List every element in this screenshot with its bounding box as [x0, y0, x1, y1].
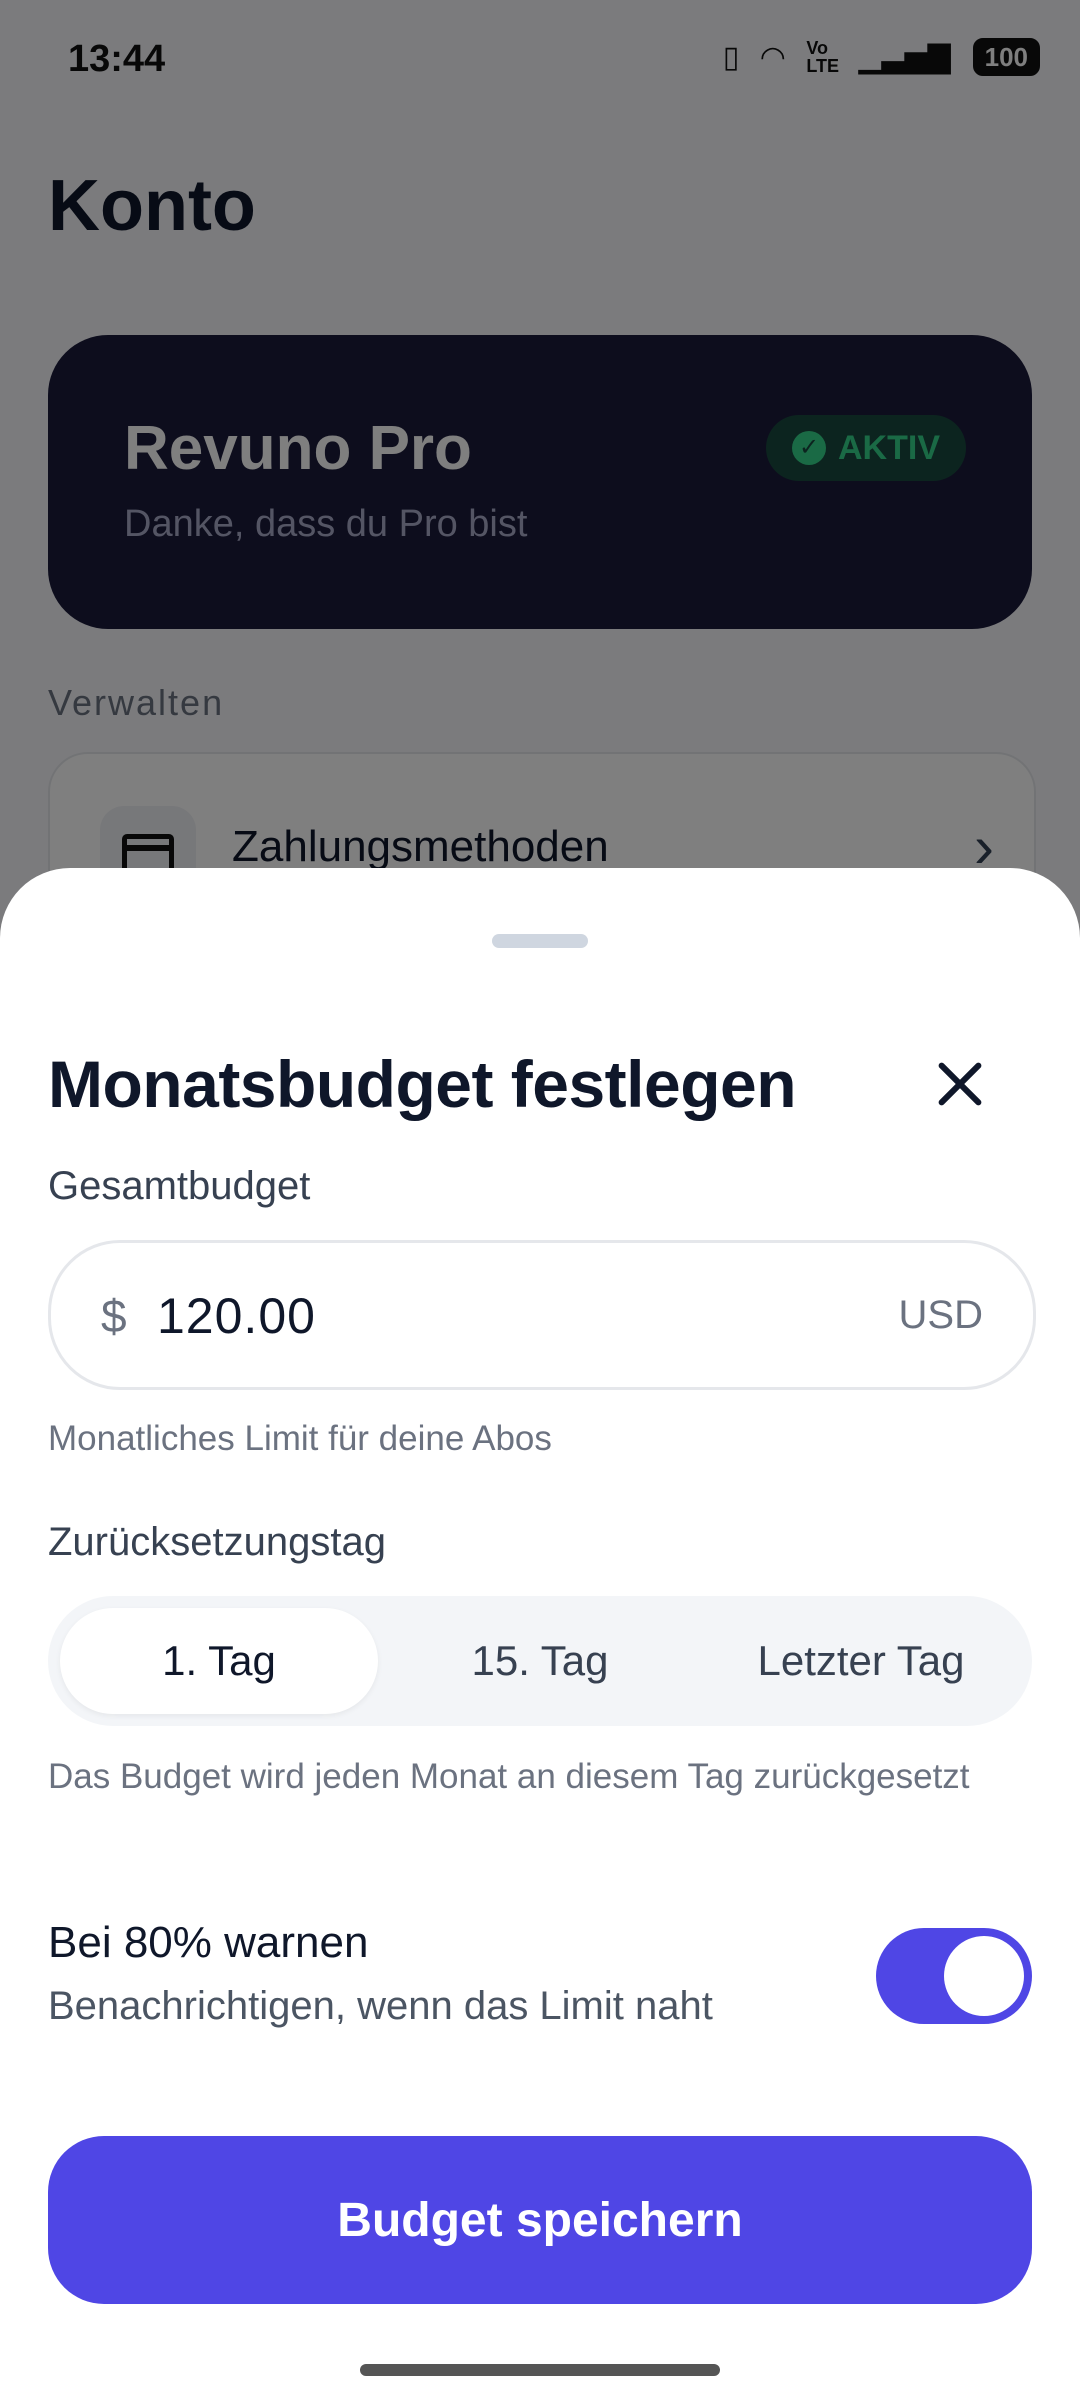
budget-helper-text: Monatliches Limit für deine Abos — [48, 1419, 552, 1458]
reset-day-label: Zurücksetzungstag — [48, 1520, 386, 1564]
budget-label: Gesamtbudget — [48, 1164, 311, 1208]
warning-toggle-title: Bei 80% warnen — [48, 1918, 369, 1967]
close-button[interactable] — [920, 1044, 1000, 1124]
sheet-drag-handle[interactable] — [492, 934, 588, 948]
budget-amount-input[interactable]: $ 120.00 USD — [48, 1240, 1036, 1390]
budget-bottom-sheet: Monatsbudget festlegen Gesamtbudget $ 12… — [0, 868, 1080, 2400]
currency-code: USD — [898, 1293, 983, 1337]
home-indicator[interactable] — [360, 2364, 720, 2376]
sheet-title: Monatsbudget festlegen — [48, 1047, 797, 1121]
warning-toggle-subtitle: Benachrichtigen, wenn das Limit naht — [48, 1984, 713, 2028]
warning-toggle[interactable] — [876, 1928, 1032, 2024]
close-icon — [935, 1059, 985, 1109]
reset-day-option-15[interactable]: 15. Tag — [381, 1608, 699, 1714]
save-budget-button[interactable]: Budget speichern — [48, 2136, 1032, 2304]
toggle-knob — [944, 1936, 1024, 2016]
budget-amount-value: 120.00 — [157, 1288, 316, 1344]
reset-day-helper-text: Das Budget wird jeden Monat an diesem Ta… — [48, 1757, 970, 1796]
reset-day-selector: 1. Tag 15. Tag Letzter Tag — [48, 1596, 1032, 1726]
reset-day-option-last[interactable]: Letzter Tag — [702, 1608, 1020, 1714]
currency-symbol: $ — [101, 1290, 127, 1342]
reset-day-option-1[interactable]: 1. Tag — [60, 1608, 378, 1714]
